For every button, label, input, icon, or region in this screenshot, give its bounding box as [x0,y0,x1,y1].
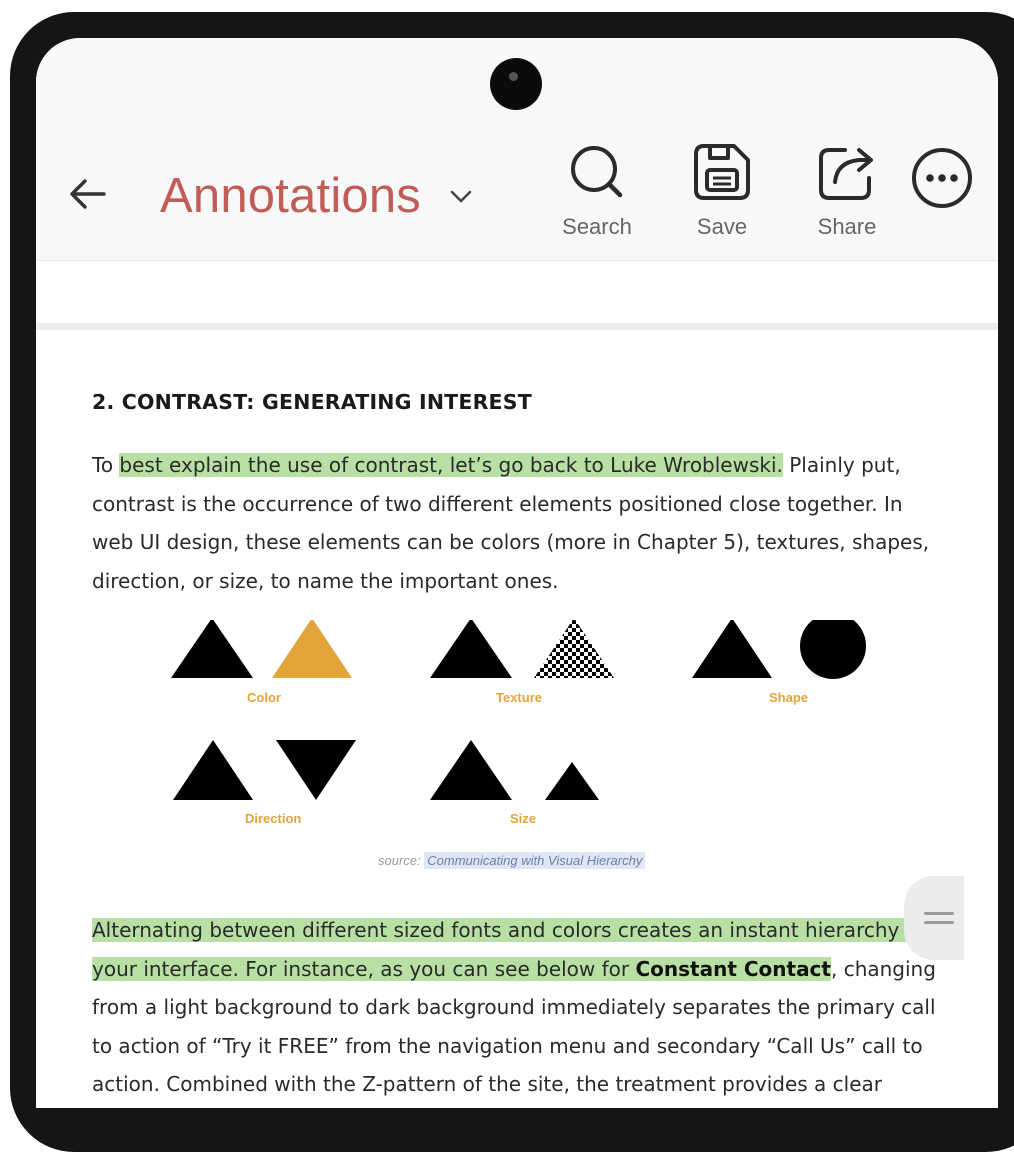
paragraph: To best explain the use of contrast, let… [92,446,942,600]
annotations-dropdown[interactable]: Annotations [160,166,475,226]
triangle-small-shape [545,762,599,800]
figure-label-texture: Texture [496,690,542,705]
more-horizontal-icon [912,148,972,208]
triangle-shape [171,618,253,678]
triangle-orange-shape [272,618,352,678]
scroll-handle[interactable] [904,876,964,960]
source-link[interactable]: Communicating with Visual Hierarchy [424,852,646,869]
triangle-checker-shape [534,618,614,678]
status-bar [36,38,998,128]
triangle-large-shape [430,740,512,800]
triangle-shape [692,618,772,678]
back-button[interactable] [66,172,110,216]
chevron-down-icon [450,190,472,203]
more-options-button[interactable] [910,146,974,210]
contrast-illustration [171,613,866,800]
share-button[interactable]: Share [802,140,892,240]
search-icon [571,146,623,198]
save-icon [694,144,750,200]
triangle-shape [173,740,253,800]
drag-handle-icon [924,912,954,915]
search-label: Search [562,214,632,239]
page-title: Annotations [160,169,422,223]
previous-page-edge [36,261,998,331]
figure-label-color: Color [247,690,281,705]
document-page: 2. CONTRAST: GENERATING INTEREST To best… [36,330,998,1108]
camera-icon [490,58,542,110]
toolbar: Annotations Search Save Share [36,128,998,261]
save-button[interactable]: Save [677,140,767,240]
figure-source: source: Communicating with Visual Hierar… [378,852,646,869]
paragraph-text: To [92,453,120,477]
figure-label-shape: Shape [769,690,809,705]
triangle-shape [430,618,512,678]
search-button[interactable]: Search [552,140,642,240]
save-label: Save [696,214,748,239]
source-prefix: source: [378,853,421,868]
figure-label-size: Size [510,811,537,826]
drag-handle-icon [924,921,954,924]
share-label: Share [817,214,877,239]
paragraph: Alternating between different sized font… [92,911,942,1104]
highlight-annotation[interactable]: best explain the use of contrast, let’s … [119,453,783,477]
figure-label-direction: Direction [245,811,302,826]
triangle-down-shape [276,740,356,800]
share-icon [819,148,873,200]
section-heading: 2. CONTRAST: GENERATING INTEREST [92,390,532,414]
phone-screen: Annotations Search Save Share 2. CONTRAS… [36,38,998,1108]
highlight-annotation-bold[interactable]: Constant Contact [635,956,831,981]
arrow-left-icon [70,179,106,209]
circle-shape [800,613,866,679]
contrast-figure: Color Texture Shape Direction Size [156,613,876,880]
